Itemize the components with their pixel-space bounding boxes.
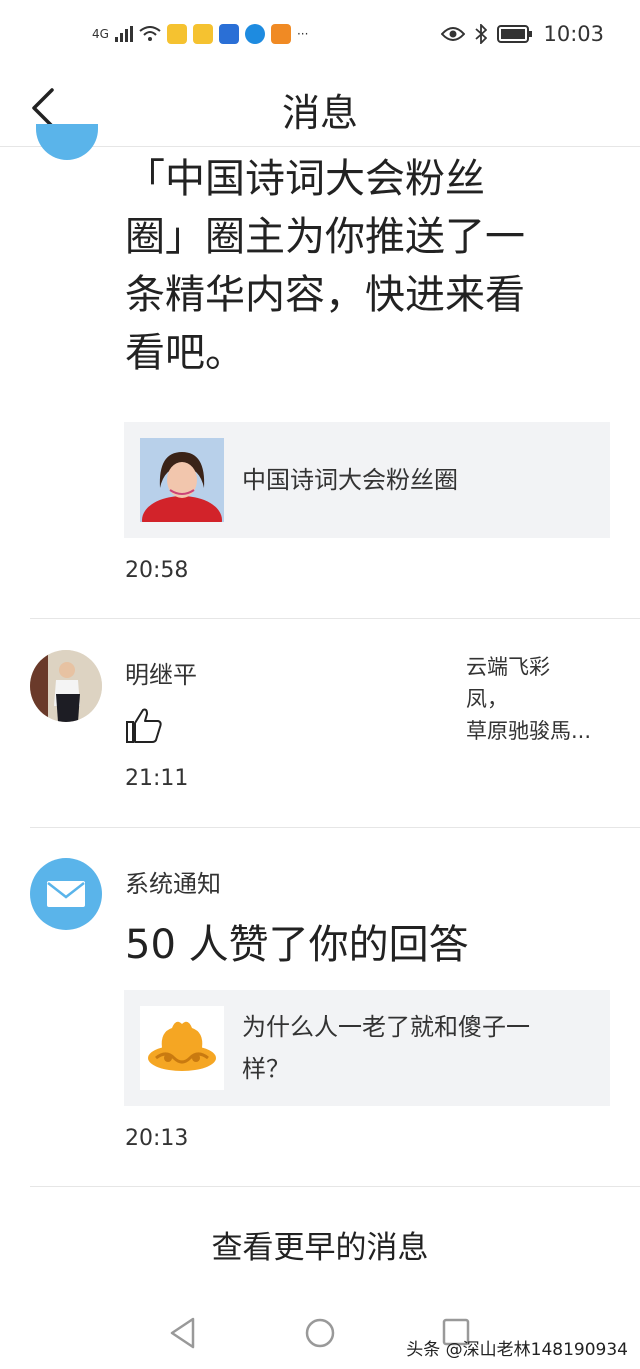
app-notification-icon xyxy=(192,24,213,44)
signal-icon xyxy=(114,26,133,42)
thumbnail-image xyxy=(140,1006,224,1090)
status-right: 10:03 xyxy=(441,22,604,46)
message-text-line: 「中国诗词大会粉丝 xyxy=(125,156,485,202)
nav-home-icon[interactable] xyxy=(304,1317,336,1349)
sender-name: 系统通知 xyxy=(125,870,221,898)
divider xyxy=(30,1186,640,1187)
content-card[interactable]: 中国诗词大会粉丝圈 xyxy=(124,422,610,538)
app-notification-icon xyxy=(218,24,239,44)
bluetooth-icon xyxy=(475,24,488,44)
clock: 10:03 xyxy=(543,22,604,46)
status-bar: 4G ··· 10:03 xyxy=(0,0,640,72)
timestamp: 21:11 xyxy=(125,766,189,791)
thumbnail-image xyxy=(140,438,224,522)
mail-icon xyxy=(47,881,85,907)
status-left: 4G ··· xyxy=(92,24,308,44)
divider xyxy=(30,618,640,619)
quoted-text-line: 凤， xyxy=(466,687,508,711)
message-text-line: 条精华内容，快进来看 xyxy=(125,272,525,318)
card-text-line: 为什么人一老了就和傻子一 xyxy=(242,1013,530,1041)
load-earlier-messages-button[interactable]: 查看更早的消息 xyxy=(0,1222,640,1267)
card-text-line: 样？ xyxy=(242,1055,290,1083)
message-text: 「中国诗词大会粉丝 圈」圈主为你推送了一 条精华内容，快进来看 看吧。 xyxy=(125,150,585,382)
sender-name: 明继平 xyxy=(125,661,197,689)
eye-icon xyxy=(441,27,466,41)
wifi-icon xyxy=(139,26,161,41)
avatar[interactable] xyxy=(30,650,102,722)
timestamp: 20:13 xyxy=(125,1126,189,1151)
app-notification-icon xyxy=(270,24,291,44)
battery-icon xyxy=(497,25,533,43)
quoted-text-line: 草原驰骏馬... xyxy=(466,719,592,743)
avatar[interactable] xyxy=(36,124,98,160)
card-text: 为什么人一老了就和傻子一 样？ xyxy=(242,1006,530,1090)
timestamp: 20:58 xyxy=(125,558,189,583)
watermark: 头条 @深山老林148190934 xyxy=(406,1340,628,1360)
message-text-line: 看吧。 xyxy=(125,330,245,376)
cloud-logo-icon xyxy=(140,1006,224,1090)
divider xyxy=(30,827,640,828)
app-notification-icon xyxy=(244,24,265,44)
quoted-text[interactable]: 云端飞彩 凤， 草原驰骏馬... xyxy=(466,651,616,747)
thumbs-up-icon xyxy=(126,708,162,743)
quoted-text-line: 云端飞彩 xyxy=(466,655,550,679)
nav-back-icon[interactable] xyxy=(168,1316,198,1350)
more-notifications-icon: ··· xyxy=(296,27,309,41)
content-card[interactable]: 为什么人一老了就和傻子一 样？ xyxy=(124,990,610,1106)
network-label: 4G xyxy=(92,27,109,41)
notification-headline: 50 人赞了你的回答 xyxy=(125,922,469,968)
message-text-line: 圈」圈主为你推送了一 xyxy=(125,214,525,260)
card-text: 中国诗词大会粉丝圈 xyxy=(242,466,458,494)
app-notification-icon xyxy=(166,24,187,44)
system-notification-avatar[interactable] xyxy=(30,858,102,930)
